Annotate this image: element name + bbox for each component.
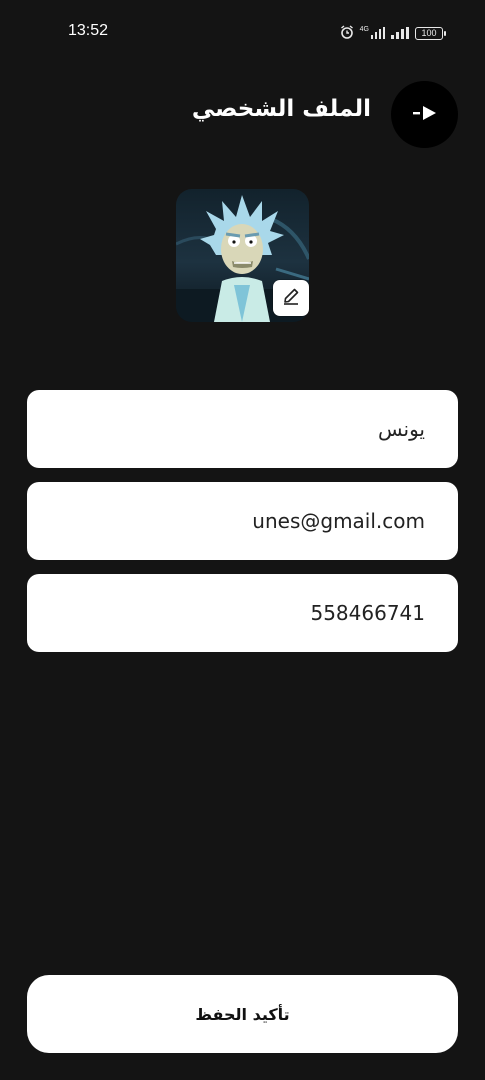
status-icons: 4G 100: [340, 24, 446, 43]
confirm-save-button[interactable]: تأكيد الحفظ: [27, 975, 458, 1053]
page-title: الملف الشخصي: [191, 96, 371, 122]
phone-field[interactable]: [27, 574, 458, 652]
back-button[interactable]: [391, 81, 458, 148]
edit-avatar-button[interactable]: [273, 280, 309, 316]
network-type-label: 4G: [359, 26, 369, 33]
signal-icon: [371, 24, 385, 43]
status-time: 13:52: [68, 22, 109, 39]
pencil-icon: [281, 286, 301, 310]
name-input[interactable]: [58, 416, 427, 442]
battery-icon: 100: [415, 27, 446, 40]
phone-input[interactable]: [58, 600, 427, 626]
logout-arrow-icon: [412, 105, 437, 125]
status-bar: 13:52 4G 100: [0, 0, 485, 64]
email-field[interactable]: [27, 482, 458, 560]
email-input[interactable]: [58, 508, 427, 534]
signal-icon-secondary: [391, 24, 409, 43]
alarm-icon: [340, 24, 354, 43]
name-field[interactable]: [27, 390, 458, 468]
